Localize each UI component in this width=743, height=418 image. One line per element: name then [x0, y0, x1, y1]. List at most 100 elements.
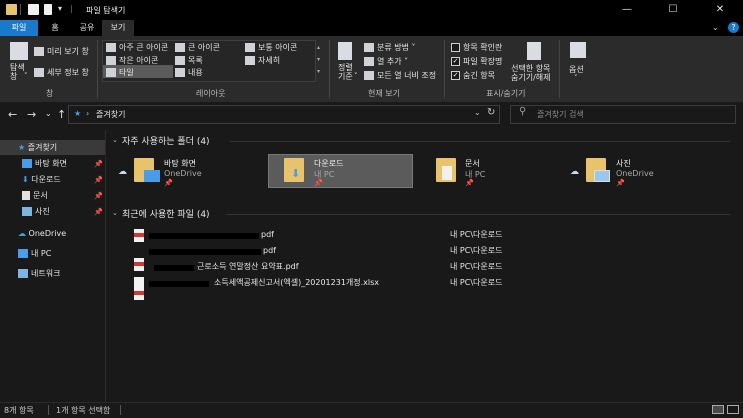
nav-label: 문서 [33, 191, 48, 200]
address-history-icon[interactable]: ⌄ [474, 108, 481, 117]
layout-extra-large-icons[interactable]: 아주 큰 아이콘 [106, 42, 168, 53]
layout-list[interactable]: 목록 [175, 55, 203, 66]
pin-icon[interactable]: 📌 [465, 179, 474, 187]
folder-tile-name: 다운로드 [314, 159, 344, 168]
nav-network[interactable]: 네트워크 [18, 266, 60, 281]
sort-dropdown-icon[interactable]: ˅ [354, 72, 358, 80]
sort-by-button[interactable]: 정렬 기준 [338, 63, 353, 81]
pictures-icon [594, 170, 610, 182]
file-extensions-label: 파일 확장명 [463, 57, 503, 66]
group-by-button[interactable]: 분류 방법 ˅ [364, 42, 416, 53]
hide-selected-icon[interactable] [527, 42, 541, 60]
layout-tiles[interactable]: 타일 [106, 67, 134, 78]
help-icon[interactable]: ? [728, 22, 739, 33]
recent-files-header[interactable]: 최근에 사용한 파일 (4) [122, 207, 210, 220]
layout-icon [245, 56, 255, 65]
back-button[interactable]: ← [8, 108, 17, 121]
nav-item-desktop[interactable]: 바탕 화면 [22, 156, 67, 171]
tab-file[interactable]: 파일 [0, 20, 38, 36]
collapse-chevron-icon[interactable]: ⌄ [112, 136, 118, 144]
layout-small-icons[interactable]: 작은 아이콘 [106, 55, 158, 66]
cloud-icon: ☁ [118, 167, 127, 177]
title-divider [20, 4, 21, 15]
item-checkboxes-checkbox[interactable] [451, 43, 460, 52]
star-icon: ★ [18, 143, 26, 152]
ribbon-collapse-icon[interactable]: ⌄ [712, 23, 719, 32]
preview-pane-button[interactable]: 미리 보기 창 [34, 46, 89, 57]
hidden-items-label: 숨긴 항목 [463, 71, 495, 80]
layout-content[interactable]: 내용 [175, 67, 203, 78]
pdf-file-icon [134, 258, 144, 271]
up-button[interactable]: ↑ [57, 108, 66, 121]
options-dropdown-icon[interactable]: ˅ [574, 74, 578, 82]
sort-icon[interactable] [338, 42, 352, 60]
layout-details[interactable]: 자세히 [245, 55, 280, 66]
add-column-button[interactable]: 열 추가 ˅ [364, 56, 408, 67]
pin-icon[interactable]: 📌 [164, 179, 173, 187]
tab-share[interactable]: 공유 [72, 20, 102, 36]
item-count: 8개 항목 [4, 406, 34, 415]
tab-home[interactable]: 홈 [40, 20, 70, 36]
maximize-button[interactable]: ☐ [650, 0, 696, 20]
pin-icon[interactable]: 📌 [94, 208, 103, 216]
layout-large-icons[interactable]: 큰 아이콘 [175, 42, 220, 53]
quick-access-toolbar-dropdown-icon[interactable]: ▾ [58, 4, 62, 13]
ribbon-divider [329, 40, 330, 98]
nav-item-pictures[interactable]: 사진 [22, 204, 50, 219]
layout-scroll-icon[interactable]: ▴ ▾ ▾ [317, 42, 320, 78]
nav-onedrive[interactable]: ☁ OneDrive [18, 226, 66, 241]
minimize-button[interactable]: — [604, 0, 650, 20]
folder-tile-name: 바탕 화면 [164, 159, 196, 168]
navigation-pane-icon[interactable] [10, 42, 28, 60]
pin-icon[interactable]: 📌 [94, 160, 103, 168]
fit-columns-button[interactable]: 모든 열 너비 조정 [364, 70, 436, 81]
nav-item-documents[interactable]: 문서 [22, 188, 48, 203]
details-view-toggle-icon[interactable] [712, 405, 724, 414]
hide-selected-button[interactable]: 선택한 항목 숨기기/해제 [511, 64, 551, 82]
group-by-icon [364, 43, 374, 52]
folder-tile-name: 문서 [465, 159, 480, 168]
large-icons-view-toggle-icon[interactable] [727, 405, 739, 414]
recent-file-location: 내 PC\다운로드 [450, 246, 503, 255]
file-extensions-checkbox[interactable]: ✓ [451, 57, 460, 66]
new-file-icon[interactable] [44, 4, 52, 15]
layout-label: 보통 아이콘 [258, 43, 298, 52]
breadcrumb-quick-access[interactable]: 즐겨찾기 [96, 109, 125, 120]
refresh-icon[interactable]: ↻ [487, 107, 495, 118]
details-pane-button[interactable]: 세부 정보 창 [34, 67, 89, 78]
hidden-items-checkbox[interactable]: ✓ [451, 71, 460, 80]
recent-locations-icon[interactable]: ⌄ [45, 109, 52, 118]
redacted-text [149, 233, 259, 239]
excel-file-icon [134, 277, 144, 290]
pictures-icon [22, 207, 32, 216]
options-icon[interactable] [570, 42, 586, 58]
close-button[interactable]: ✕ [697, 0, 743, 20]
recent-file-name[interactable]: 소득세액공제신고서(엑셀)_20201231개정.xlsx [214, 275, 379, 291]
redacted-text [149, 281, 209, 287]
document-icon [442, 166, 452, 180]
pin-icon[interactable]: 📌 [94, 176, 103, 184]
navigation-pane-button[interactable]: 탐색 창 [10, 63, 25, 81]
group-label-show-hide: 표시/숨기기 [486, 89, 526, 98]
navigation-pane-dropdown-icon[interactable]: ˅ [24, 72, 28, 80]
properties-icon[interactable] [28, 4, 39, 15]
download-icon: ⬇ [22, 175, 29, 184]
collapse-chevron-icon[interactable]: ⌄ [112, 209, 118, 217]
address-bar[interactable] [68, 105, 500, 124]
frequent-folders-header[interactable]: 자주 사용하는 폴더 (4) [122, 134, 210, 147]
layout-medium-icons[interactable]: 보통 아이콘 [245, 42, 297, 53]
recent-file-name[interactable]: pdf [261, 227, 274, 243]
layout-label: 작은 아이콘 [119, 56, 159, 65]
pin-icon[interactable]: 📌 [94, 192, 103, 200]
nav-item-downloads[interactable]: ⬇ 다운로드 [22, 172, 61, 187]
recent-file-name[interactable]: 근로소득 연말정산 요약표.pdf [197, 259, 299, 275]
nav-this-pc[interactable]: 내 PC [18, 246, 51, 261]
pin-icon[interactable]: 📌 [616, 179, 625, 187]
nav-quick-access[interactable]: ★ 즐겨찾기 [18, 140, 57, 155]
desktop-icon [144, 170, 160, 182]
pin-icon[interactable]: 📌 [314, 179, 323, 187]
recent-file-name[interactable]: pdf [263, 243, 276, 259]
forward-button[interactable]: → [27, 108, 36, 121]
breadcrumb-chevron-icon[interactable]: › [86, 109, 89, 118]
tab-view[interactable]: 보기 [102, 20, 134, 36]
